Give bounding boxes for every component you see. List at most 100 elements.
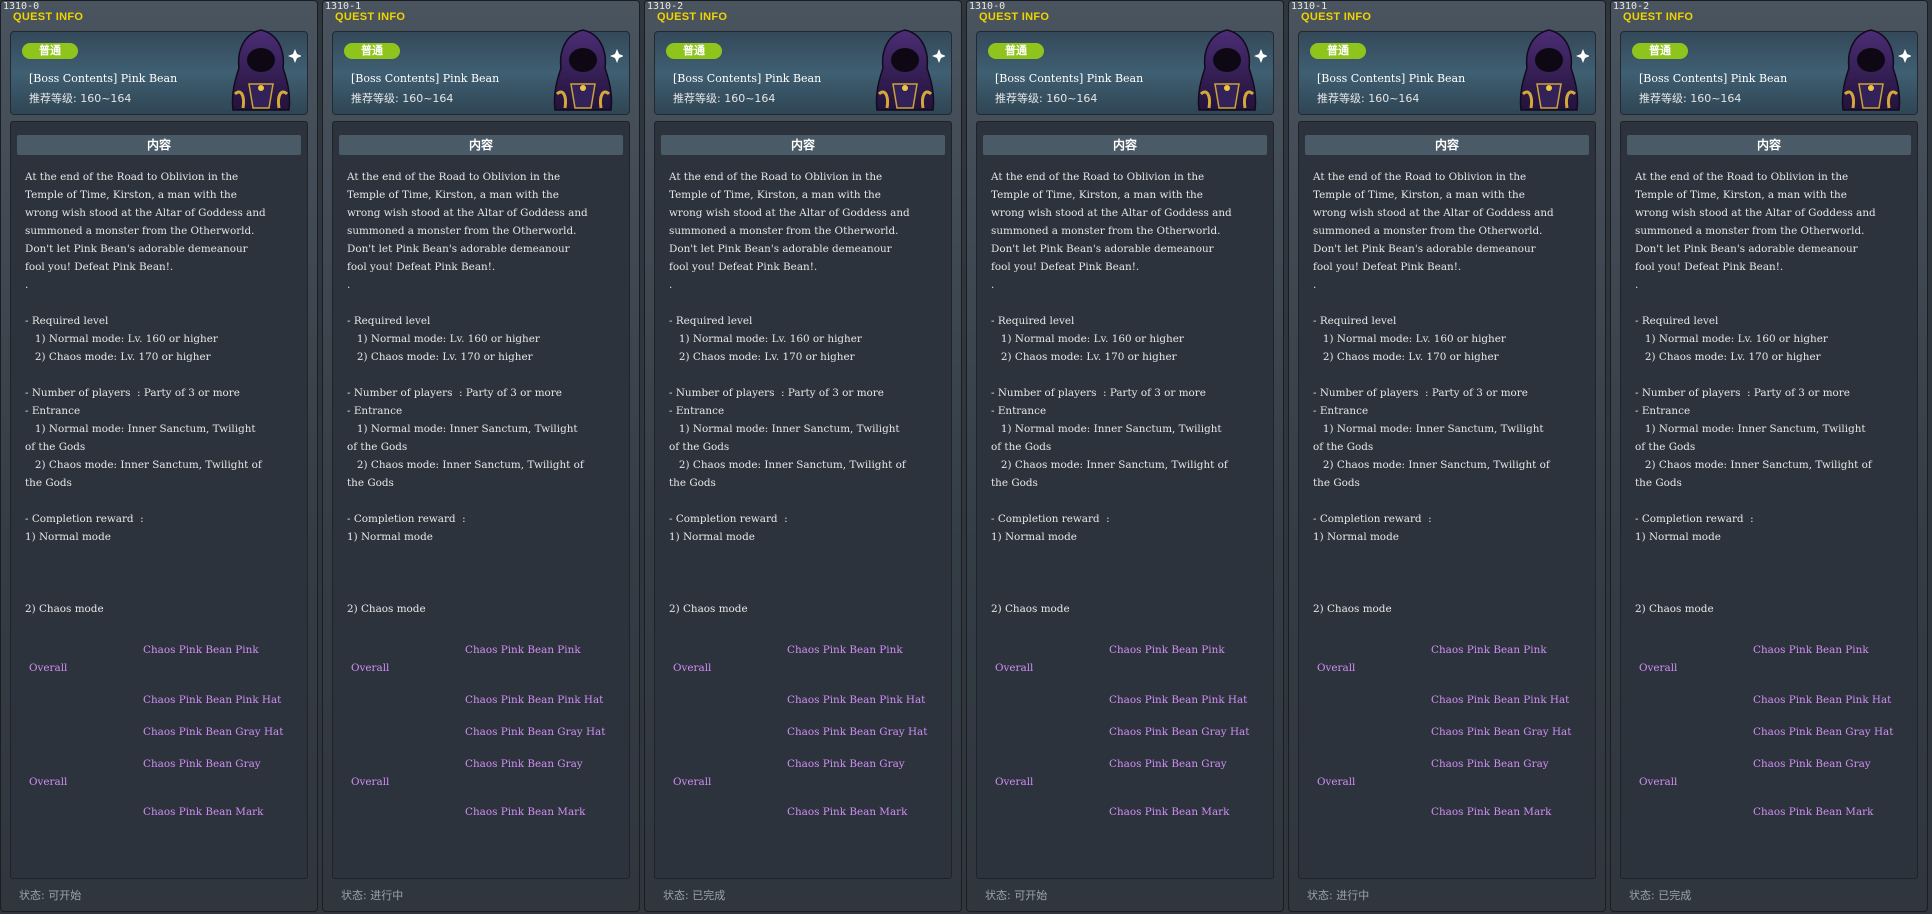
reward-name: Chaos Pink Bean Pink xyxy=(1753,644,1869,656)
reward-item: Chaos Pink Bean Gray Hat xyxy=(465,723,639,741)
quest-description: At the end of the Road to Oblivion in th… xyxy=(669,171,910,615)
content-header: 内容 xyxy=(983,135,1267,155)
reward-name-continued: Overall xyxy=(1317,776,1356,788)
quest-header: 普通 [Boss Contents] Pink Bean 推荐等级: 160~1… xyxy=(976,29,1274,115)
quest-name: [Boss Contents] Pink Bean xyxy=(29,72,178,85)
reward-name: Chaos Pink Bean Pink Hat xyxy=(465,694,604,706)
reward-item: Chaos Pink Bean Mark xyxy=(787,803,961,821)
panel-title: QUEST INFO xyxy=(335,11,406,23)
content-header: 内容 xyxy=(1627,135,1911,155)
reward-name: Chaos Pink Bean Gray Hat xyxy=(787,726,928,738)
reward-item: Chaos Pink Bean Pink Overall xyxy=(351,641,639,677)
quest-description: At the end of the Road to Oblivion in th… xyxy=(1635,171,1876,615)
quest-info-panel: 1310-1 QUEST INFO 普通 [Boss Contents] Pin… xyxy=(1288,0,1606,912)
recommended-level: 推荐等级: 160~164 xyxy=(1639,92,1742,105)
reward-name: Chaos Pink Bean Pink Hat xyxy=(1753,694,1892,706)
dark-hooded-mage-icon xyxy=(553,29,623,111)
reward-name: Chaos Pink Bean Pink xyxy=(465,644,581,656)
reward-name: Chaos Pink Bean Pink xyxy=(787,644,903,656)
reward-name: Chaos Pink Bean Gray xyxy=(1109,758,1227,770)
quest-header: 普通 [Boss Contents] Pink Bean 推荐等级: 160~1… xyxy=(654,29,952,115)
quest-info-panel: 1310-2 QUEST INFO 普通 [Boss Contents] Pin… xyxy=(644,0,962,912)
quest-header: 普通 [Boss Contents] Pink Bean 推荐等级: 160~1… xyxy=(10,29,308,115)
reward-item: Chaos Pink Bean Gray Overall xyxy=(1639,755,1927,791)
quest-description: At the end of the Road to Oblivion in th… xyxy=(991,171,1232,615)
reward-name-continued: Overall xyxy=(351,662,390,674)
reward-name-continued: Overall xyxy=(995,662,1034,674)
reward-name: Chaos Pink Bean Gray Hat xyxy=(1431,726,1572,738)
quest-name: [Boss Contents] Pink Bean xyxy=(351,72,500,85)
reward-name: Chaos Pink Bean Mark xyxy=(1431,806,1552,818)
dark-hooded-mage-icon xyxy=(231,29,301,111)
reward-name: Chaos Pink Bean Gray Hat xyxy=(1753,726,1894,738)
panel-title: QUEST INFO xyxy=(1301,11,1372,23)
reward-item: Chaos Pink Bean Gray Overall xyxy=(351,755,639,791)
reward-name: Chaos Pink Bean Mark xyxy=(1109,806,1230,818)
reward-item: Chaos Pink Bean Mark xyxy=(1431,803,1605,821)
reward-item: Chaos Pink Bean Gray Overall xyxy=(1317,755,1605,791)
recommended-level: 推荐等级: 160~164 xyxy=(673,92,776,105)
quest-info-panel: 1310-0 QUEST INFO 普通 [Boss Contents] Pin… xyxy=(966,0,1284,912)
reward-name-continued: Overall xyxy=(1639,776,1678,788)
recommended-level: 推荐等级: 160~164 xyxy=(1317,92,1420,105)
reward-name: Chaos Pink Bean Mark xyxy=(787,806,908,818)
reward-name-continued: Overall xyxy=(673,662,712,674)
panel-title: QUEST INFO xyxy=(13,11,84,23)
reward-item: Chaos Pink Bean Pink Hat xyxy=(1753,691,1927,709)
reward-name: Chaos Pink Bean Pink xyxy=(1109,644,1225,656)
difficulty-badge: 普通 xyxy=(1310,43,1366,59)
reward-name-continued: Overall xyxy=(351,776,390,788)
quest-description: At the end of the Road to Oblivion in th… xyxy=(347,171,588,615)
quest-info-panel: 1310-1 QUEST INFO 普通 [Boss Contents] Pin… xyxy=(322,0,640,912)
quest-status: 状态: 可开始 xyxy=(19,889,82,902)
reward-item: Chaos Pink Bean Mark xyxy=(143,803,317,821)
reward-name: Chaos Pink Bean Gray xyxy=(465,758,583,770)
content-header: 内容 xyxy=(661,135,945,155)
reward-item: Chaos Pink Bean Pink Overall xyxy=(1317,641,1605,677)
reward-item: Chaos Pink Bean Gray Overall xyxy=(995,755,1283,791)
reward-name: Chaos Pink Bean Mark xyxy=(143,806,264,818)
reward-item: Chaos Pink Bean Pink Hat xyxy=(465,691,639,709)
quest-description: At the end of the Road to Oblivion in th… xyxy=(1313,171,1554,615)
panel-title: QUEST INFO xyxy=(1623,11,1694,23)
reward-item: Chaos Pink Bean Mark xyxy=(1109,803,1283,821)
reward-name: Chaos Pink Bean Gray xyxy=(143,758,261,770)
panel-title: QUEST INFO xyxy=(657,11,728,23)
dark-hooded-mage-icon xyxy=(1197,29,1267,111)
reward-item: Chaos Pink Bean Mark xyxy=(465,803,639,821)
reward-name: Chaos Pink Bean Gray Hat xyxy=(1109,726,1250,738)
quest-header: 普通 [Boss Contents] Pink Bean 推荐等级: 160~1… xyxy=(332,29,630,115)
reward-item: Chaos Pink Bean Pink Hat xyxy=(1431,691,1605,709)
reward-name: Chaos Pink Bean Pink Hat xyxy=(1431,694,1570,706)
content-header: 内容 xyxy=(1305,135,1589,155)
reward-name: Chaos Pink Bean Pink Hat xyxy=(1109,694,1248,706)
reward-name: Chaos Pink Bean Pink xyxy=(143,644,259,656)
reward-name: Chaos Pink Bean Pink Hat xyxy=(787,694,926,706)
reward-name: Chaos Pink Bean Gray Hat xyxy=(465,726,606,738)
reward-name: Chaos Pink Bean Mark xyxy=(1753,806,1874,818)
reward-item: Chaos Pink Bean Pink Hat xyxy=(143,691,317,709)
reward-item: Chaos Pink Bean Pink Overall xyxy=(29,641,317,677)
reward-name: Chaos Pink Bean Gray Hat xyxy=(143,726,284,738)
recommended-level: 推荐等级: 160~164 xyxy=(351,92,454,105)
reward-item: Chaos Pink Bean Pink Overall xyxy=(1639,641,1927,677)
difficulty-badge: 普通 xyxy=(666,43,722,59)
reward-name: Chaos Pink Bean Mark xyxy=(465,806,586,818)
panel-title: QUEST INFO xyxy=(979,11,1050,23)
content-header: 内容 xyxy=(339,135,623,155)
quest-status: 状态: 可开始 xyxy=(985,889,1048,902)
reward-name: Chaos Pink Bean Pink xyxy=(1431,644,1547,656)
reward-name-continued: Overall xyxy=(995,776,1034,788)
content-header: 内容 xyxy=(17,135,301,155)
reward-name: Chaos Pink Bean Gray xyxy=(1431,758,1549,770)
reward-name-continued: Overall xyxy=(29,662,68,674)
reward-item: Chaos Pink Bean Gray Hat xyxy=(1753,723,1927,741)
reward-name-continued: Overall xyxy=(673,776,712,788)
reward-item: Chaos Pink Bean Gray Hat xyxy=(1431,723,1605,741)
reward-item: Chaos Pink Bean Pink Overall xyxy=(673,641,961,677)
quest-status: 状态: 进行中 xyxy=(1307,889,1370,902)
quest-name: [Boss Contents] Pink Bean xyxy=(1317,72,1466,85)
difficulty-badge: 普通 xyxy=(988,43,1044,59)
quest-info-panel: 1310-0 QUEST INFO 普通 [Boss Contents] Pin… xyxy=(0,0,318,912)
quest-name: [Boss Contents] Pink Bean xyxy=(1639,72,1788,85)
